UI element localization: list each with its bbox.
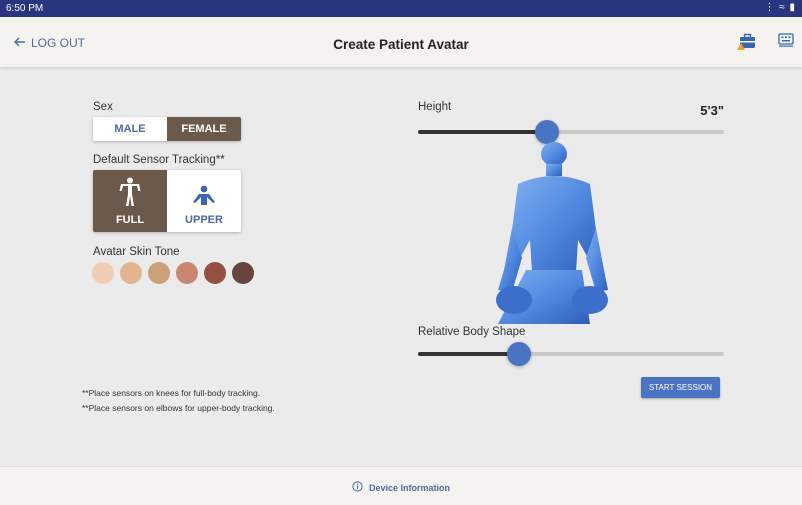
patient-avatar [478,140,618,324]
skin-tone-swatch[interactable] [176,262,198,284]
skin-tone-swatch[interactable] [204,262,226,284]
info-icon [352,481,363,494]
height-slider-fill [418,130,547,134]
page-title: Create Patient Avatar [333,37,469,52]
bottom-bar: Device Information [0,466,802,505]
note-upper-body: **Place sensors on elbows for upper-body… [82,403,275,413]
height-label: Height [418,101,452,113]
height-value: 5'3" [700,103,724,118]
sex-toggle: MALE FEMALE [93,117,241,141]
top-bar: LOG OUT Create Patient Avatar [0,17,802,67]
body-shape-slider-fill [418,352,519,356]
tracking-full-label: FULL [115,214,145,226]
start-session-button[interactable]: START SESSION [641,377,720,398]
sex-label: Sex [93,101,113,113]
sex-option-female[interactable]: FEMALE [167,117,241,141]
skin-tone-swatches [92,262,254,284]
skin-tone-swatch[interactable] [120,262,142,284]
height-slider[interactable] [418,120,724,144]
keyboard-icon[interactable] [778,33,794,52]
note-full-body: **Place sensors on knees for full-body t… [82,388,261,398]
skin-tone-swatch[interactable] [148,262,170,284]
upper-body-icon [191,185,217,210]
sex-option-male[interactable]: MALE [93,117,167,141]
tracking-toggle: FULL UPPER [93,170,241,232]
body-shape-label: Relative Body Shape [418,326,526,338]
status-time: 6:50 PM [6,3,44,14]
skin-tone-swatch[interactable] [232,262,254,284]
skin-tone-swatch[interactable] [92,262,114,284]
status-indicators: ⋮ ≈ ▮ [764,2,796,13]
body-shape-slider[interactable] [418,342,724,366]
tracking-upper-label: UPPER [185,214,223,226]
tracking-option-upper[interactable]: UPPER [167,170,241,232]
body-shape-slider-thumb[interactable] [506,342,531,366]
tracking-label: Default Sensor Tracking** [93,154,225,166]
briefcase-alert-icon[interactable] [737,33,757,56]
tracking-option-full[interactable]: FULL [93,170,167,232]
device-information-label: Device Information [368,482,451,493]
full-body-icon [119,177,141,210]
skin-tone-label: Avatar Skin Tone [93,246,180,258]
device-information-link[interactable]: Device Information [0,481,802,494]
status-bar: 6:50 PM ⋮ ≈ ▮ [0,0,802,17]
